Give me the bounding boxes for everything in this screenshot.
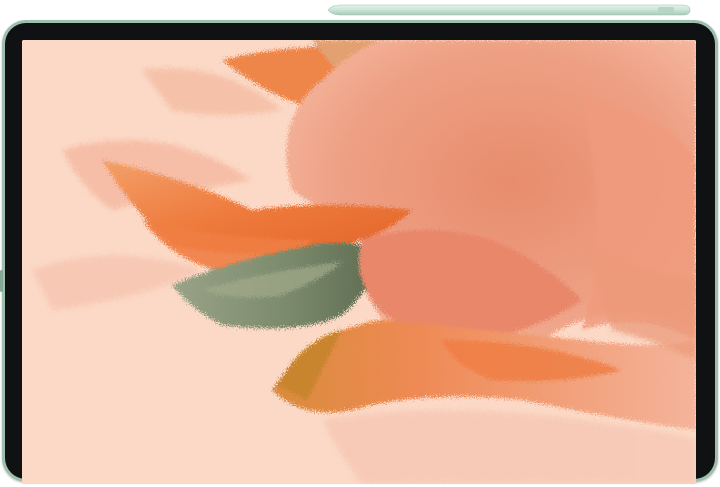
- product-photo: [0, 0, 720, 487]
- tablet-frame: [2, 20, 718, 484]
- stylus-button: [658, 7, 674, 13]
- tablet-screen: [22, 40, 696, 484]
- wallpaper: [22, 40, 696, 484]
- side-button-left: [0, 270, 3, 292]
- stylus-pen: [327, 4, 691, 16]
